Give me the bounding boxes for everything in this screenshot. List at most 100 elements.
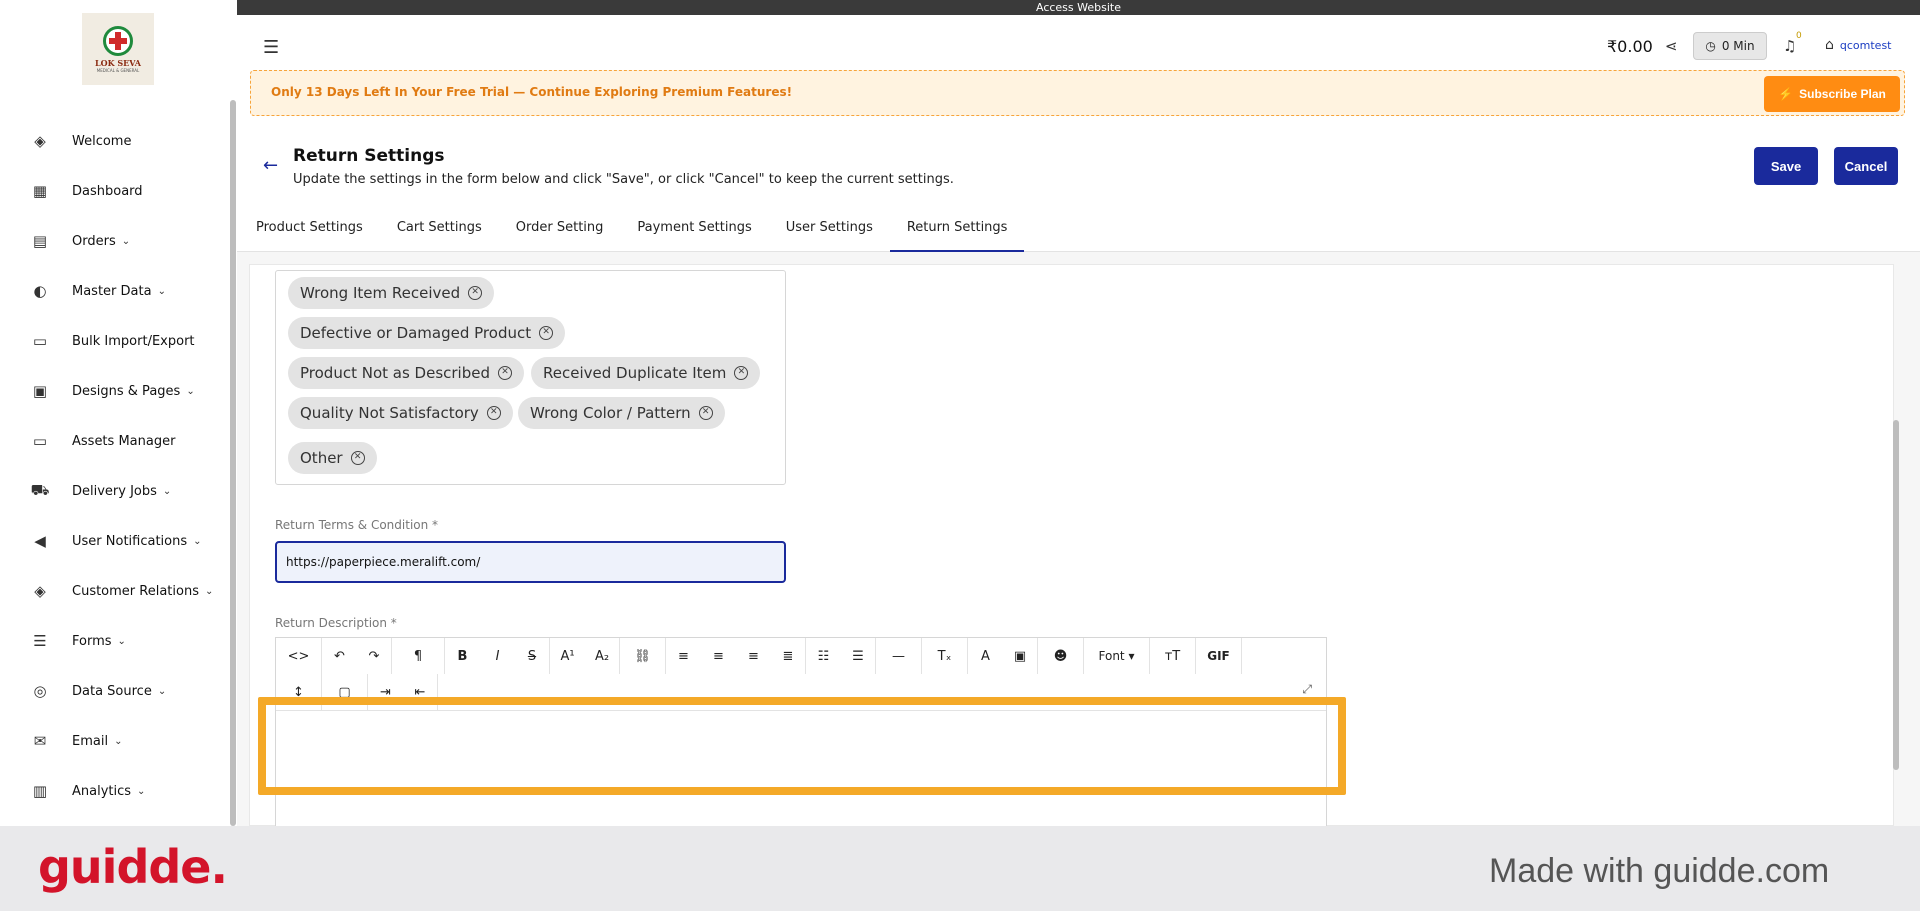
chip-label: Wrong Color / Pattern [530, 404, 691, 422]
sidebar-item-label: Dashboard [72, 183, 143, 199]
undo-icon[interactable]: ↶ [322, 638, 357, 674]
reason-chip: Received Duplicate Item ✕ [531, 357, 761, 389]
sidebar-item-master-data[interactable]: ◐ Master Data ⌄ [0, 266, 230, 316]
remove-chip-icon[interactable]: ✕ [698, 406, 713, 420]
share-icon[interactable]: ⋖ [1665, 37, 1678, 55]
tab-return-settings[interactable]: Return Settings [889, 210, 1025, 252]
chevron-down-icon: ⌄ [121, 235, 131, 247]
superscript-icon[interactable]: A¹ [550, 638, 585, 674]
content-scrollbar[interactable] [1893, 420, 1899, 770]
remove-chip-icon[interactable]: ✕ [498, 366, 512, 380]
cancel-button[interactable]: Cancel [1834, 147, 1898, 185]
megaphone-icon: ◀ [34, 532, 46, 550]
sidebar-item-welcome[interactable]: ◈ Welcome [0, 116, 230, 166]
menu-icon[interactable]: ☰ [263, 37, 279, 58]
sidebar-item-label: Customer Relations [72, 583, 199, 599]
sidebar-item-label: User Notifications [72, 533, 188, 549]
sidebar-item-designs-pages[interactable]: ▣ Designs & Pages ⌄ [0, 366, 230, 416]
align-center-icon[interactable]: ≡ [701, 638, 736, 674]
sidebar-item-bulk-import-export[interactable]: ▭ Bulk Import/Export [0, 316, 230, 366]
chip-label: Other [300, 449, 343, 467]
code-view-icon[interactable]: <> [276, 638, 322, 674]
terms-url-input[interactable] [275, 541, 786, 583]
sidebar-item-label: Delivery Jobs [72, 483, 157, 499]
reason-chip: Defective or Damaged Product ✕ [288, 317, 566, 349]
sidebar-scrollbar[interactable] [230, 100, 236, 826]
numbered-list-icon[interactable]: ☰ [841, 638, 876, 674]
redo-icon[interactable]: ↷ [357, 638, 392, 674]
reason-chip: Product Not as Described ✕ [288, 357, 524, 389]
remove-chip-icon[interactable]: ✕ [734, 366, 749, 380]
align-justify-icon[interactable]: ≣ [771, 638, 806, 674]
tab-user-settings[interactable]: User Settings [769, 210, 890, 252]
logo[interactable]: LOK SEVA MEDICAL & GENERAL [82, 13, 154, 85]
align-right-icon[interactable]: ≡ [736, 638, 771, 674]
subscribe-label: Subscribe Plan [1799, 87, 1886, 101]
font-select[interactable]: Font ▾ [1084, 638, 1150, 674]
reason-chip: Quality Not Satisfactory ✕ [288, 397, 513, 429]
font-size-icon[interactable]: ᴛT [1150, 638, 1196, 674]
tab-product-settings[interactable]: Product Settings [239, 210, 380, 252]
dashboard-icon: ▦ [32, 182, 48, 200]
tab-cart-settings[interactable]: Cart Settings [380, 210, 499, 252]
store-switcher[interactable]: ⌂ qcomtest [1825, 37, 1892, 53]
bold-icon[interactable]: B [445, 638, 480, 674]
remove-chip-icon[interactable]: ✕ [350, 451, 365, 465]
wallet-balance[interactable]: ₹0.00 [1607, 37, 1653, 56]
tab-order-setting[interactable]: Order Setting [499, 210, 621, 252]
forms-icon: ☰ [33, 632, 47, 650]
sidebar-item-forms[interactable]: ☰ Forms ⌄ [0, 616, 230, 666]
trial-banner: Only 13 Days Left In Your Free Trial — C… [250, 70, 1905, 116]
save-button[interactable]: Save [1754, 147, 1818, 185]
align-left-icon[interactable]: ≡ [666, 638, 701, 674]
sidebar-item-label: Orders [72, 233, 116, 249]
folder-icon: ▭ [32, 332, 48, 350]
sidebar-item-analytics[interactable]: ▥ Analytics ⌄ [0, 766, 230, 816]
sidebar-item-dashboard[interactable]: ▦ Dashboard [0, 166, 230, 216]
master-data-icon: ◐ [33, 282, 47, 300]
lightning-icon: ⚡ [1778, 87, 1794, 101]
sidebar-item-delivery-jobs[interactable]: ⛟ Delivery Jobs ⌄ [0, 466, 230, 516]
emoji-icon[interactable]: ☻ [1038, 638, 1084, 674]
chevron-down-icon: ⌄ [162, 485, 172, 497]
subscript-icon[interactable]: A₂ [585, 638, 620, 674]
chevron-down-icon: ⌄ [157, 285, 166, 297]
paragraph-format-icon[interactable]: ¶ [392, 638, 445, 674]
gif-button[interactable]: GIF [1196, 638, 1242, 674]
tab-payment-settings[interactable]: Payment Settings [620, 210, 768, 252]
return-reasons-input[interactable]: Wrong Item Received ✕ Defective or Damage… [275, 270, 786, 485]
clear-format-icon[interactable]: Tₓ [922, 638, 968, 674]
sidebar-item-label: Master Data [72, 283, 152, 299]
highlight-color-icon[interactable]: ▣ [1003, 638, 1038, 674]
sidebar-item-label: Forms [72, 633, 112, 649]
store-icon: ⌂ [1825, 37, 1834, 53]
fullscreen-icon[interactable]: ⤢ [1302, 682, 1312, 697]
link-icon[interactable]: ⛓ [620, 638, 666, 674]
sidebar-item-user-notifications[interactable]: ◀ User Notifications ⌄ [0, 516, 230, 566]
chip-label: Quality Not Satisfactory [300, 404, 479, 422]
font-color-icon[interactable]: A [968, 638, 1003, 674]
sidebar-item-data-source[interactable]: ◎ Data Source ⌄ [0, 666, 230, 716]
italic-icon[interactable]: I [480, 638, 515, 674]
chevron-down-icon: ⌄ [137, 785, 146, 797]
bulleted-list-icon[interactable]: ☷ [806, 638, 841, 674]
chevron-down-icon: ⌄ [193, 535, 202, 547]
remove-chip-icon[interactable]: ✕ [539, 326, 554, 340]
strikethrough-icon[interactable]: S [515, 638, 550, 674]
remove-chip-icon[interactable]: ✕ [486, 406, 501, 420]
chip-label: Defective or Damaged Product [300, 324, 532, 342]
horizontal-rule-icon[interactable]: — [876, 638, 922, 674]
sidebar-item-assets-manager[interactable]: ▭ Assets Manager [0, 416, 230, 466]
trial-message: Only 13 Days Left In Your Free Trial — C… [271, 85, 793, 99]
access-website-link[interactable]: Access Website [237, 0, 1920, 15]
subscribe-plan-button[interactable]: ⚡ Subscribe Plan [1764, 76, 1900, 112]
sidebar-item-orders[interactable]: ▤ Orders ⌄ [0, 216, 230, 266]
analytics-icon: ▥ [32, 782, 48, 800]
sidebar-nav: ◈ Welcome ▦ Dashboard ▤ Orders ⌄ ◐ Master Dat… [0, 116, 230, 816]
back-arrow-icon[interactable]: ← [263, 155, 278, 176]
sidebar-item-email[interactable]: ✉ Email ⌄ [0, 716, 230, 766]
remove-chip-icon[interactable]: ✕ [468, 286, 483, 300]
timer-button[interactable]: ◷ 0 Min [1693, 32, 1767, 60]
sidebar-item-customer-relations[interactable]: ◈ Customer Relations ⌄ [0, 566, 230, 616]
bell-icon[interactable]: ♫ [1783, 37, 1796, 55]
